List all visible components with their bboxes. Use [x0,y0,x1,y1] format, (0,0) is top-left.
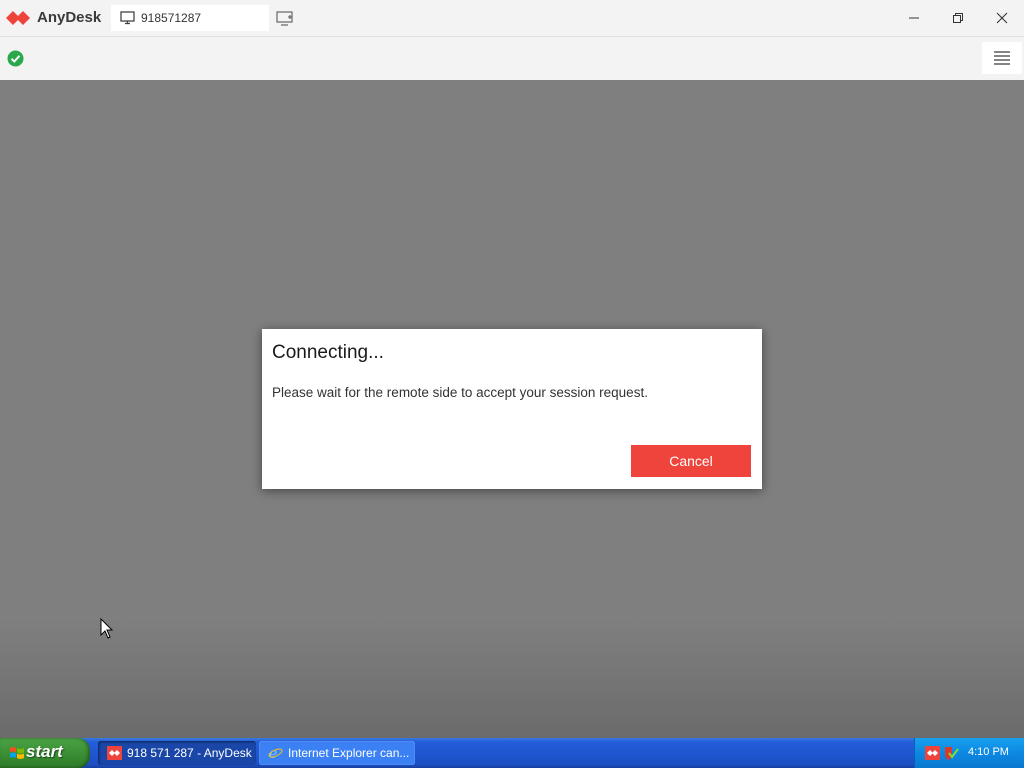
taskbar-clock: 4:10 PM [968,746,1009,758]
taskbar-item-anydesk[interactable]: 918 571 287 - AnyDesk [98,741,256,765]
minimize-icon [909,17,919,19]
title-bar: AnyDesk 918571287 [0,0,1024,37]
start-label: start [26,742,63,761]
tab-label: 918571287 [141,11,202,25]
connecting-dialog: Connecting... Please wait for the remote… [262,329,762,489]
mouse-cursor-icon [100,618,114,639]
anydesk-tray-icon[interactable] [925,746,940,760]
cancel-button[interactable]: Cancel [631,445,751,477]
taskbar-item-label: 918 571 287 - AnyDesk [127,746,252,760]
system-tray: 4:10 PM [914,738,1024,768]
windows-flag-icon [10,747,24,759]
dialog-message: Please wait for the remote side to accep… [272,385,648,400]
anydesk-logo-icon [6,11,30,25]
hamburger-menu-icon [994,51,1010,65]
security-shield-icon[interactable] [943,745,959,761]
close-button[interactable] [980,0,1024,36]
taskbar-item-label: Internet Explorer can... [288,746,410,760]
close-icon [996,12,1008,24]
restore-icon [953,13,963,23]
app-name: AnyDesk [37,9,102,26]
dialog-title: Connecting... [272,342,384,363]
main-menu-button[interactable] [982,42,1022,74]
restore-button[interactable] [936,0,980,36]
internet-explorer-icon: e [268,746,283,760]
monitor-icon [120,11,135,25]
new-tab-icon[interactable] [276,9,294,27]
taskbar-item-internet-explorer[interactable]: e Internet Explorer can... [259,741,415,765]
anydesk-icon [107,746,122,760]
start-button[interactable]: start [0,738,90,768]
tab-remote-session[interactable]: 918571287 [111,5,269,31]
taskbar: start 918 571 287 - AnyDesk e Internet E… [0,738,1024,768]
minimize-button[interactable] [892,0,936,36]
session-toolbar [0,37,1024,80]
connection-status-ok-icon [7,50,24,67]
